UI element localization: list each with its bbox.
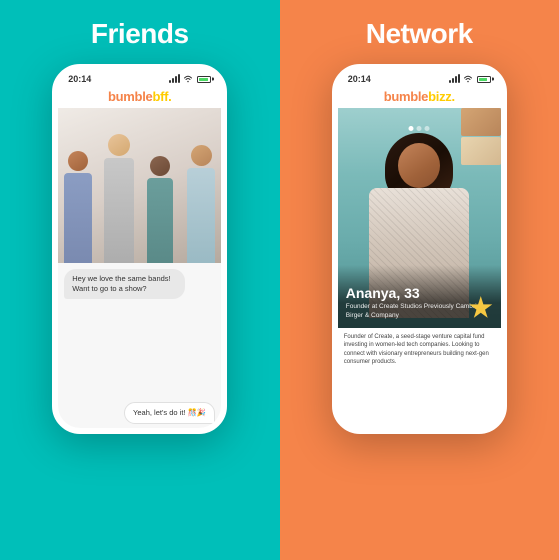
network-panel: Network 20:14 <box>280 0 559 560</box>
friend-4 <box>181 145 221 263</box>
profile-name: Ananya, 33 <box>346 285 493 301</box>
friends-panel: Friends 20:14 <box>0 0 280 560</box>
person-head <box>393 138 445 193</box>
app-header-right: bumblebizz. <box>338 86 501 108</box>
friends-group <box>58 108 221 263</box>
chat-bubble-right: Yeah, let's do it! 🎊🎉 <box>124 402 215 424</box>
app-mode-right: bizz. <box>428 89 455 104</box>
status-icons-left <box>169 75 211 83</box>
signal-icon-right <box>449 75 460 83</box>
photo-dots <box>409 126 430 131</box>
friend-1 <box>58 151 98 263</box>
friend-2 <box>99 134 139 263</box>
network-title: Network <box>366 18 473 50</box>
bizz-profile-photo: Ananya, 33 Founder at Create Studios Pre… <box>338 108 501 328</box>
status-bar-right: 20:14 <box>338 70 501 86</box>
app-mode-left: bff. <box>152 89 171 104</box>
person-face <box>398 143 440 188</box>
friend-3 <box>140 156 180 263</box>
friends-photo <box>58 108 221 263</box>
dot-3 <box>425 126 430 131</box>
battery-icon <box>197 76 211 83</box>
status-icons-right <box>449 75 491 83</box>
wifi-icon-right <box>463 75 473 83</box>
friends-phone: 20:14 <box>52 64 227 434</box>
bumble-brand-right: bumble <box>384 89 428 104</box>
bumble-brand-left: bumble <box>108 89 152 104</box>
profile-description: Founder of Create, a seed-stage venture … <box>338 328 501 428</box>
wifi-icon <box>183 75 193 83</box>
name-overlay: Ananya, 33 Founder at Create Studios Pre… <box>338 265 501 328</box>
chat-area: Hey we love the same bands! Want to go t… <box>58 263 221 428</box>
network-phone: 20:14 <box>332 64 507 434</box>
friends-title: Friends <box>91 18 189 50</box>
chat-bubble-left: Hey we love the same bands! Want to go t… <box>64 269 185 299</box>
bizz-tile-1 <box>461 108 501 136</box>
dot-2 <box>417 126 422 131</box>
signal-icon <box>169 75 180 83</box>
profile-title: Founder at Create Studios Previously Cam… <box>346 303 493 320</box>
status-bar-left: 20:14 <box>58 70 221 86</box>
status-time-right: 20:14 <box>348 74 371 84</box>
app-header-left: bumblebff. <box>58 86 221 108</box>
status-time-left: 20:14 <box>68 74 91 84</box>
battery-icon-right <box>477 76 491 83</box>
dot-1 <box>409 126 414 131</box>
